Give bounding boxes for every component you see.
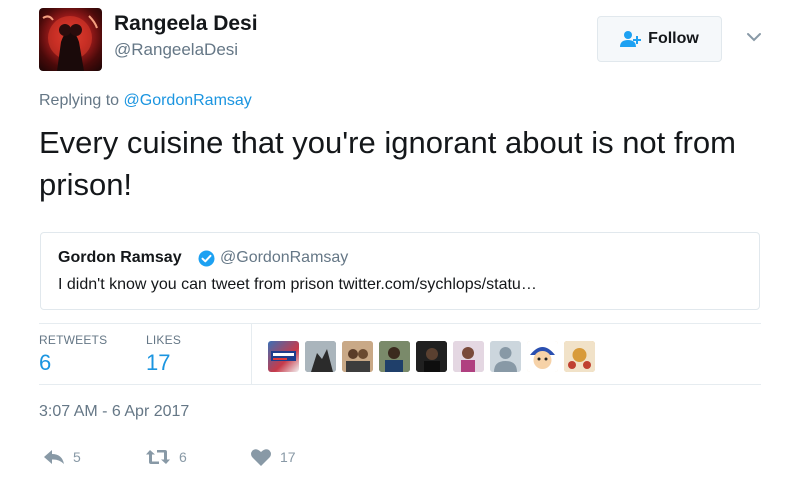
likes-label[interactable]: LIKES bbox=[146, 333, 181, 347]
tweet-text: Every cuisine that you're ignorant about… bbox=[39, 125, 736, 202]
add-user-icon bbox=[620, 30, 642, 48]
liker-avatar-9[interactable] bbox=[564, 341, 595, 372]
stats-divider-top bbox=[39, 323, 761, 324]
follow-button-label: Follow bbox=[648, 30, 699, 47]
liker-avatar-3[interactable] bbox=[342, 341, 373, 372]
retweet-button[interactable]: 6 bbox=[145, 447, 187, 467]
quoted-tweet-text: I didn't know you can tweet from prison … bbox=[58, 276, 537, 293]
reply-count: 5 bbox=[73, 449, 81, 465]
retweets-count[interactable]: 6 bbox=[39, 350, 51, 376]
verified-badge-icon bbox=[198, 250, 215, 267]
liker-avatar-2[interactable] bbox=[305, 341, 336, 372]
like-count: 17 bbox=[280, 449, 296, 465]
tweet-timestamp[interactable]: 3:07 AM - 6 Apr 2017 bbox=[39, 403, 189, 421]
retweets-label[interactable]: RETWEETS bbox=[39, 333, 107, 347]
like-button[interactable]: 17 bbox=[250, 447, 296, 467]
quoted-tweet-handle: @GordonRamsay bbox=[220, 249, 349, 266]
author-display-name[interactable]: Rangeela Desi bbox=[114, 12, 258, 36]
reply-button[interactable]: 5 bbox=[43, 447, 81, 467]
heart-icon bbox=[250, 448, 272, 467]
liker-avatar-7[interactable] bbox=[490, 341, 521, 372]
author-avatar[interactable] bbox=[39, 8, 102, 71]
follow-button[interactable]: Follow bbox=[597, 16, 722, 62]
author-handle[interactable]: @RangeelaDesi bbox=[114, 40, 238, 60]
liker-avatar-5[interactable] bbox=[416, 341, 447, 372]
retweet-icon bbox=[145, 448, 171, 466]
liker-avatar-1[interactable] bbox=[268, 341, 299, 372]
replying-to-prefix: Replying to bbox=[39, 92, 124, 109]
liker-avatar-6[interactable] bbox=[453, 341, 484, 372]
replying-to: Replying to @GordonRamsay bbox=[39, 92, 252, 110]
retweet-count: 6 bbox=[179, 449, 187, 465]
replying-to-mention-link[interactable]: @GordonRamsay bbox=[124, 92, 252, 109]
quoted-tweet-display-name: Gordon Ramsay bbox=[58, 249, 182, 266]
liker-avatar-8[interactable] bbox=[527, 341, 558, 372]
quoted-tweet-card[interactable]: Gordon Ramsay @GordonRamsay I didn't kno… bbox=[40, 232, 760, 310]
chevron-down-icon[interactable] bbox=[745, 30, 763, 44]
stats-separator bbox=[251, 324, 252, 384]
reply-icon bbox=[43, 449, 65, 465]
likes-count[interactable]: 17 bbox=[146, 350, 170, 376]
liker-avatar-4[interactable] bbox=[379, 341, 410, 372]
stats-divider-bottom bbox=[39, 384, 761, 385]
